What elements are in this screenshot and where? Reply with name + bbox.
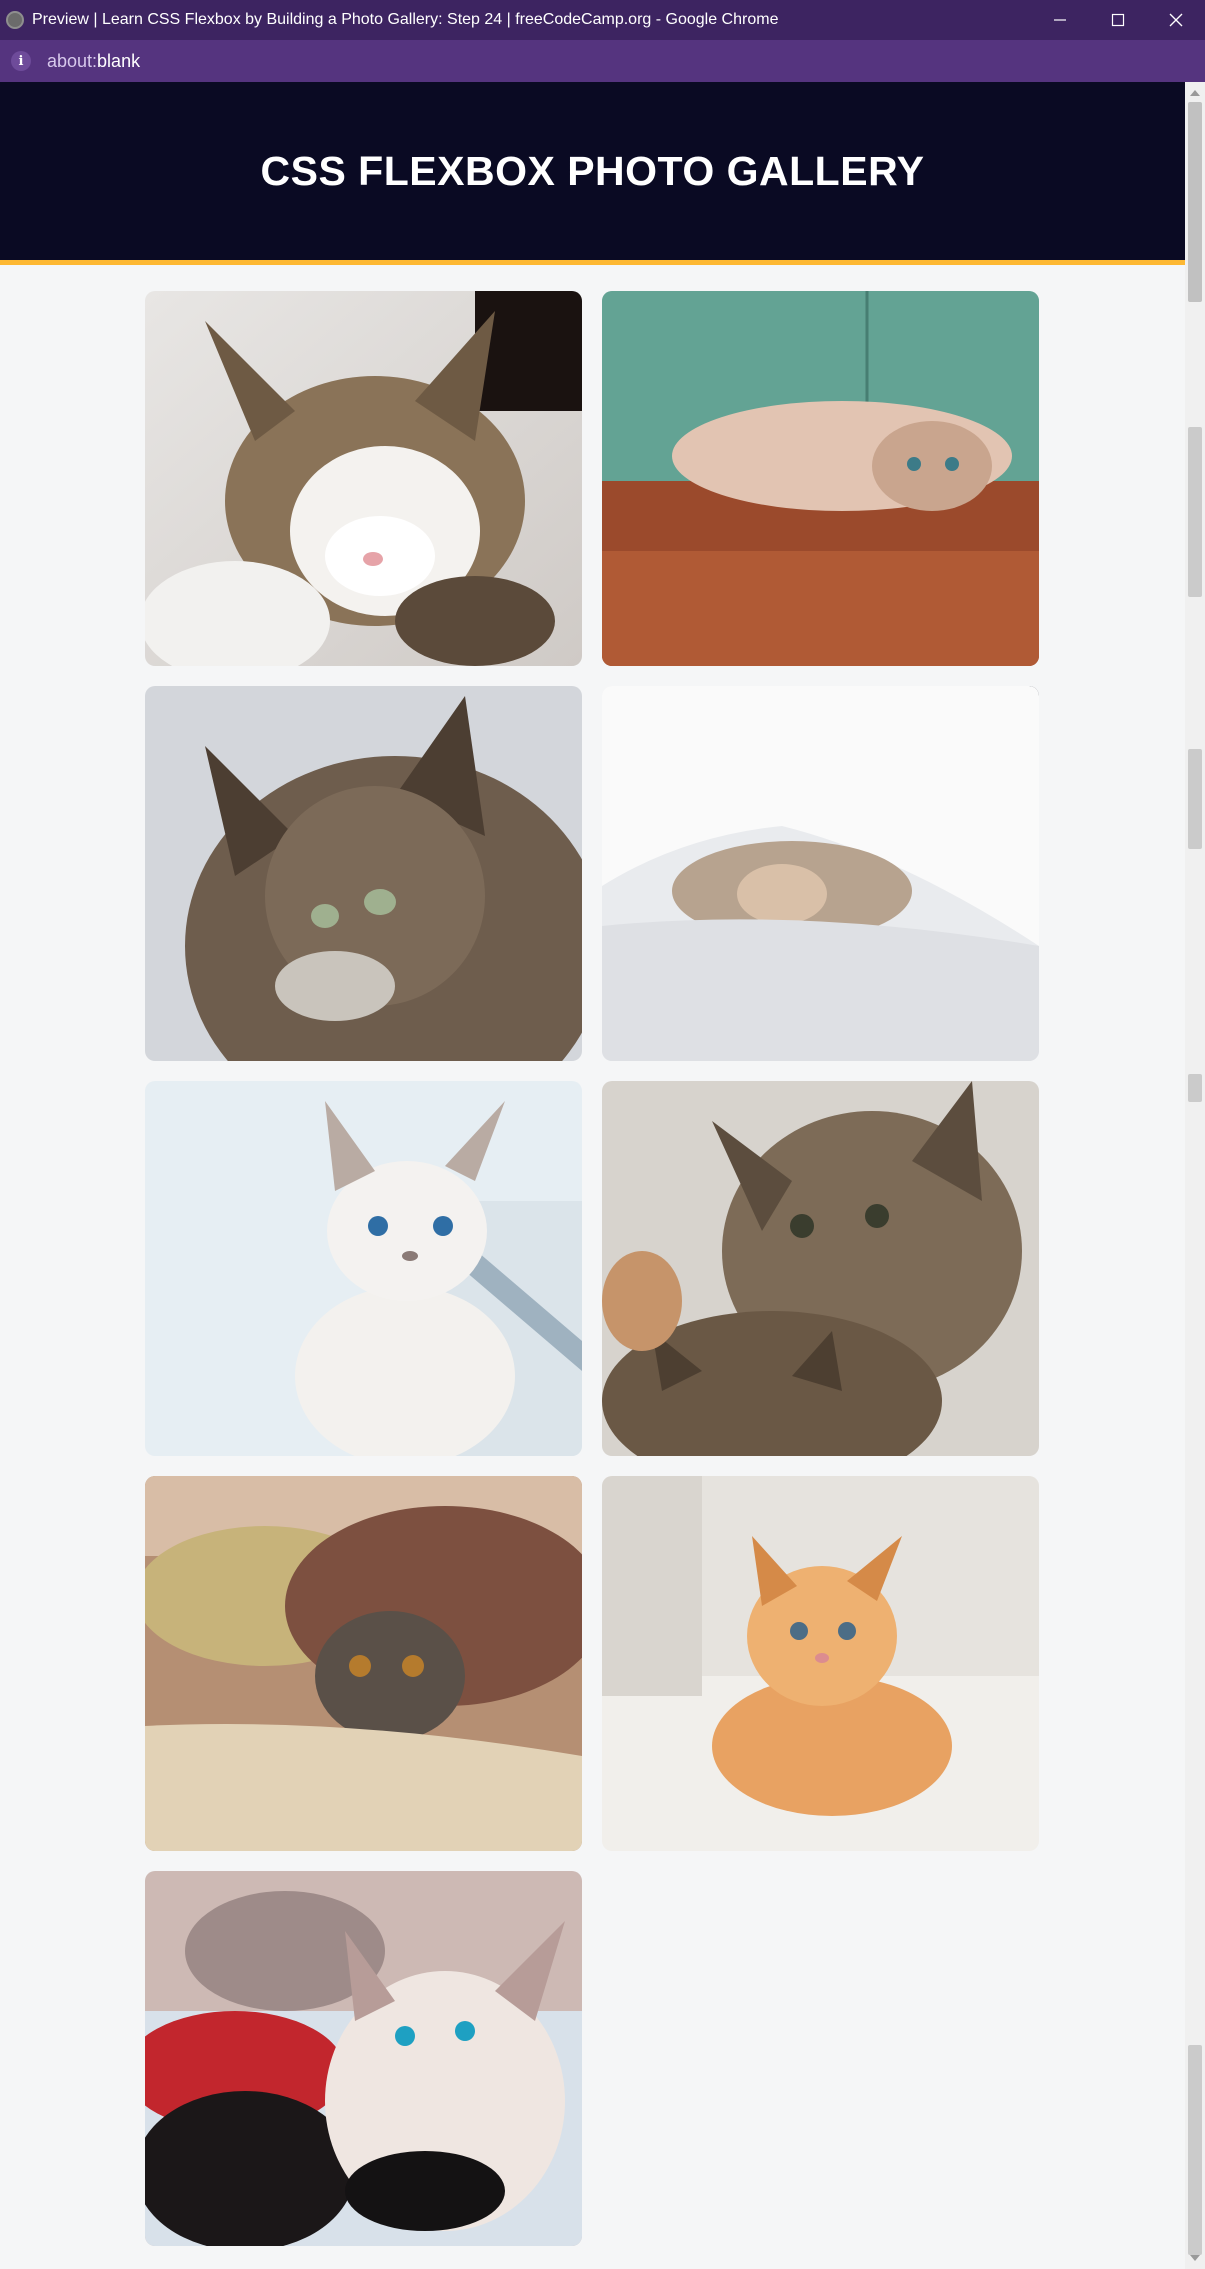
photo-gallery [145, 291, 1040, 2246]
window-controls [1031, 0, 1205, 40]
long-haired-tabby-cat-photo [145, 686, 582, 1061]
cat-under-white-blanket-photo [602, 686, 1039, 1061]
chrome-app-icon [6, 11, 24, 29]
two-tabby-kittens-photo [602, 1081, 1039, 1456]
scroll-up-arrow-icon[interactable] [1190, 90, 1200, 96]
tabby-kitten-under-rug-photo [145, 1476, 582, 1851]
close-icon [1169, 13, 1183, 27]
maximize-button[interactable] [1089, 0, 1147, 40]
scrollbar-marker [1188, 2045, 1202, 2255]
kittens-with-blue-eyes-photo [145, 1871, 582, 2246]
window-title: Preview | Learn CSS Flexbox by Building … [32, 11, 779, 28]
sleeping-tabby-white-cat-photo [145, 291, 582, 666]
url-scheme: about: [47, 50, 98, 71]
window-title-bar: Preview | Learn CSS Flexbox by Building … [0, 0, 1205, 40]
white-blue-eyed-kitten-photo [145, 1081, 582, 1456]
minimize-icon [1054, 19, 1066, 21]
url-path: blank [97, 50, 141, 71]
orange-kitten-lying-photo [602, 1476, 1039, 1851]
page-viewport: CSS FLEXBOX PHOTO GALLERY [0, 82, 1185, 2269]
scroll-down-arrow-icon[interactable] [1190, 2255, 1200, 2261]
scrollbar-marker [1188, 427, 1202, 597]
close-button[interactable] [1147, 0, 1205, 40]
page-scrollbar[interactable] [1185, 82, 1205, 2269]
cat-lying-on-wood-floor-photo [602, 291, 1039, 666]
scrollbar-marker [1188, 749, 1202, 849]
maximize-icon [1111, 13, 1125, 27]
page-title: CSS FLEXBOX PHOTO GALLERY [260, 147, 925, 194]
url-field[interactable]: about:blank [47, 51, 140, 72]
scrollbar-marker [1188, 1074, 1202, 1102]
page-header: CSS FLEXBOX PHOTO GALLERY [0, 82, 1185, 265]
scrollbar-thumb[interactable] [1188, 102, 1202, 302]
minimize-button[interactable] [1031, 0, 1089, 40]
info-icon[interactable]: i [11, 51, 31, 71]
address-bar: i about:blank [0, 40, 1205, 82]
